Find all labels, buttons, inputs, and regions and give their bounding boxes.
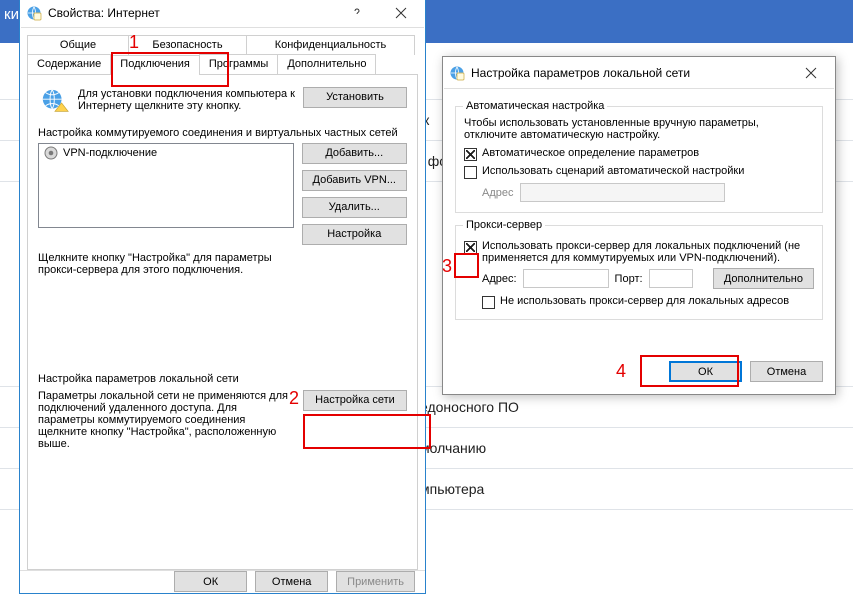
tab-security[interactable]: Безопасность: [128, 35, 247, 55]
checkbox-label: Использовать сценарий автоматической нас…: [482, 165, 814, 177]
tab-content[interactable]: Содержание: [27, 54, 111, 74]
proxy-advanced-button[interactable]: Дополнительно: [713, 268, 814, 289]
settings-note: Щелкните кнопку "Настройка" для параметр…: [38, 252, 298, 276]
setup-description: Для установки подключения компьютера к И…: [78, 87, 303, 112]
dialog-title: Настройка параметров локальной сети: [471, 66, 789, 80]
connections-pane: Для установки подключения компьютера к И…: [27, 74, 418, 570]
proxy-port-label: Порт:: [615, 273, 643, 285]
proxy-address-label: Адрес:: [482, 273, 517, 285]
proxy-address-input[interactable]: [523, 269, 609, 288]
setup-button[interactable]: Установить: [303, 87, 407, 108]
connections-listbox[interactable]: VPN-подключение: [38, 143, 294, 228]
lan-settings-dialog: Настройка параметров локальной сети Авто…: [442, 56, 836, 395]
proxy-group: Прокси-сервер Использовать прокси-сервер…: [455, 225, 823, 320]
lan-section-header: Настройка параметров локальной сети: [38, 373, 407, 385]
tabs: Общие Безопасность Конфиденциальность Со…: [27, 35, 418, 570]
settings-title-fragment: ки: [4, 6, 19, 23]
cancel-button[interactable]: Отмена: [255, 571, 328, 592]
tab-connections[interactable]: Подключения: [110, 55, 200, 75]
checkbox-label: Автоматическое определение параметров: [482, 147, 814, 159]
internet-options-icon: [26, 5, 42, 21]
internet-options-icon: [449, 65, 465, 81]
dialog-footer: ОК Отмена Применить: [20, 570, 425, 593]
tab-advanced[interactable]: Дополнительно: [277, 54, 376, 74]
titlebar[interactable]: Настройка параметров локальной сети: [443, 57, 835, 88]
close-button[interactable]: [379, 0, 423, 27]
cancel-button[interactable]: Отмена: [750, 361, 823, 382]
globe-wizard-icon: [40, 87, 70, 117]
lan-settings-button[interactable]: Настройка сети: [303, 390, 407, 411]
tab-programs[interactable]: Программы: [199, 54, 278, 74]
close-button[interactable]: [789, 59, 833, 87]
dial-vpn-header: Настройка коммутируемого соединения и ви…: [38, 127, 407, 139]
connection-settings-button[interactable]: Настройка: [302, 224, 407, 245]
list-item-label: VPN-подключение: [63, 147, 157, 159]
checkbox-icon: [464, 148, 477, 161]
close-icon: [395, 7, 407, 19]
auto-script-address-label: Адрес: [482, 187, 514, 199]
proxy-port-input[interactable]: [649, 269, 693, 288]
add-connection-button[interactable]: Добавить...: [302, 143, 407, 164]
lan-description: Параметры локальной сети не применяются …: [38, 390, 303, 450]
titlebar[interactable]: Свойства: Интернет: [20, 0, 425, 27]
auto-script-address-input[interactable]: [520, 183, 725, 202]
dialog-title: Свойства: Интернет: [48, 6, 335, 20]
vpn-connection-icon: [43, 145, 59, 161]
checkbox-icon: [482, 296, 495, 309]
dialog-footer: ОК Отмена: [443, 349, 835, 394]
close-icon: [805, 67, 817, 79]
tab-general[interactable]: Общие: [27, 35, 129, 55]
tab-privacy[interactable]: Конфиденциальность: [246, 35, 415, 55]
internet-properties-dialog: Свойства: Интернет Общие Безопасность Ко…: [19, 0, 426, 594]
ok-button[interactable]: ОК: [174, 571, 247, 592]
checkbox-label: Не использовать прокси-сервер для локаль…: [500, 295, 814, 307]
auto-script-checkbox[interactable]: Использовать сценарий автоматической нас…: [464, 165, 814, 179]
proxy-bypass-local-checkbox[interactable]: Не использовать прокси-сервер для локаль…: [482, 295, 814, 309]
checkbox-label: Использовать прокси-сервер для локальных…: [482, 240, 814, 264]
list-item[interactable]: VPN-подключение: [39, 144, 293, 162]
group-title: Прокси-сервер: [463, 219, 545, 231]
use-proxy-checkbox[interactable]: Использовать прокси-сервер для локальных…: [464, 240, 814, 264]
help-button[interactable]: [335, 0, 379, 27]
checkbox-icon: [464, 166, 477, 179]
add-vpn-button[interactable]: Добавить VPN...: [302, 170, 407, 191]
apply-button[interactable]: Применить: [336, 571, 415, 592]
checkbox-icon: [464, 241, 477, 254]
auto-config-description: Чтобы использовать установленные вручную…: [464, 117, 814, 141]
auto-detect-checkbox[interactable]: Автоматическое определение параметров: [464, 147, 814, 161]
group-title: Автоматическая настройка: [463, 100, 607, 112]
remove-connection-button[interactable]: Удалить...: [302, 197, 407, 218]
auto-config-group: Автоматическая настройка Чтобы использов…: [455, 106, 823, 213]
ok-button[interactable]: ОК: [669, 361, 742, 382]
